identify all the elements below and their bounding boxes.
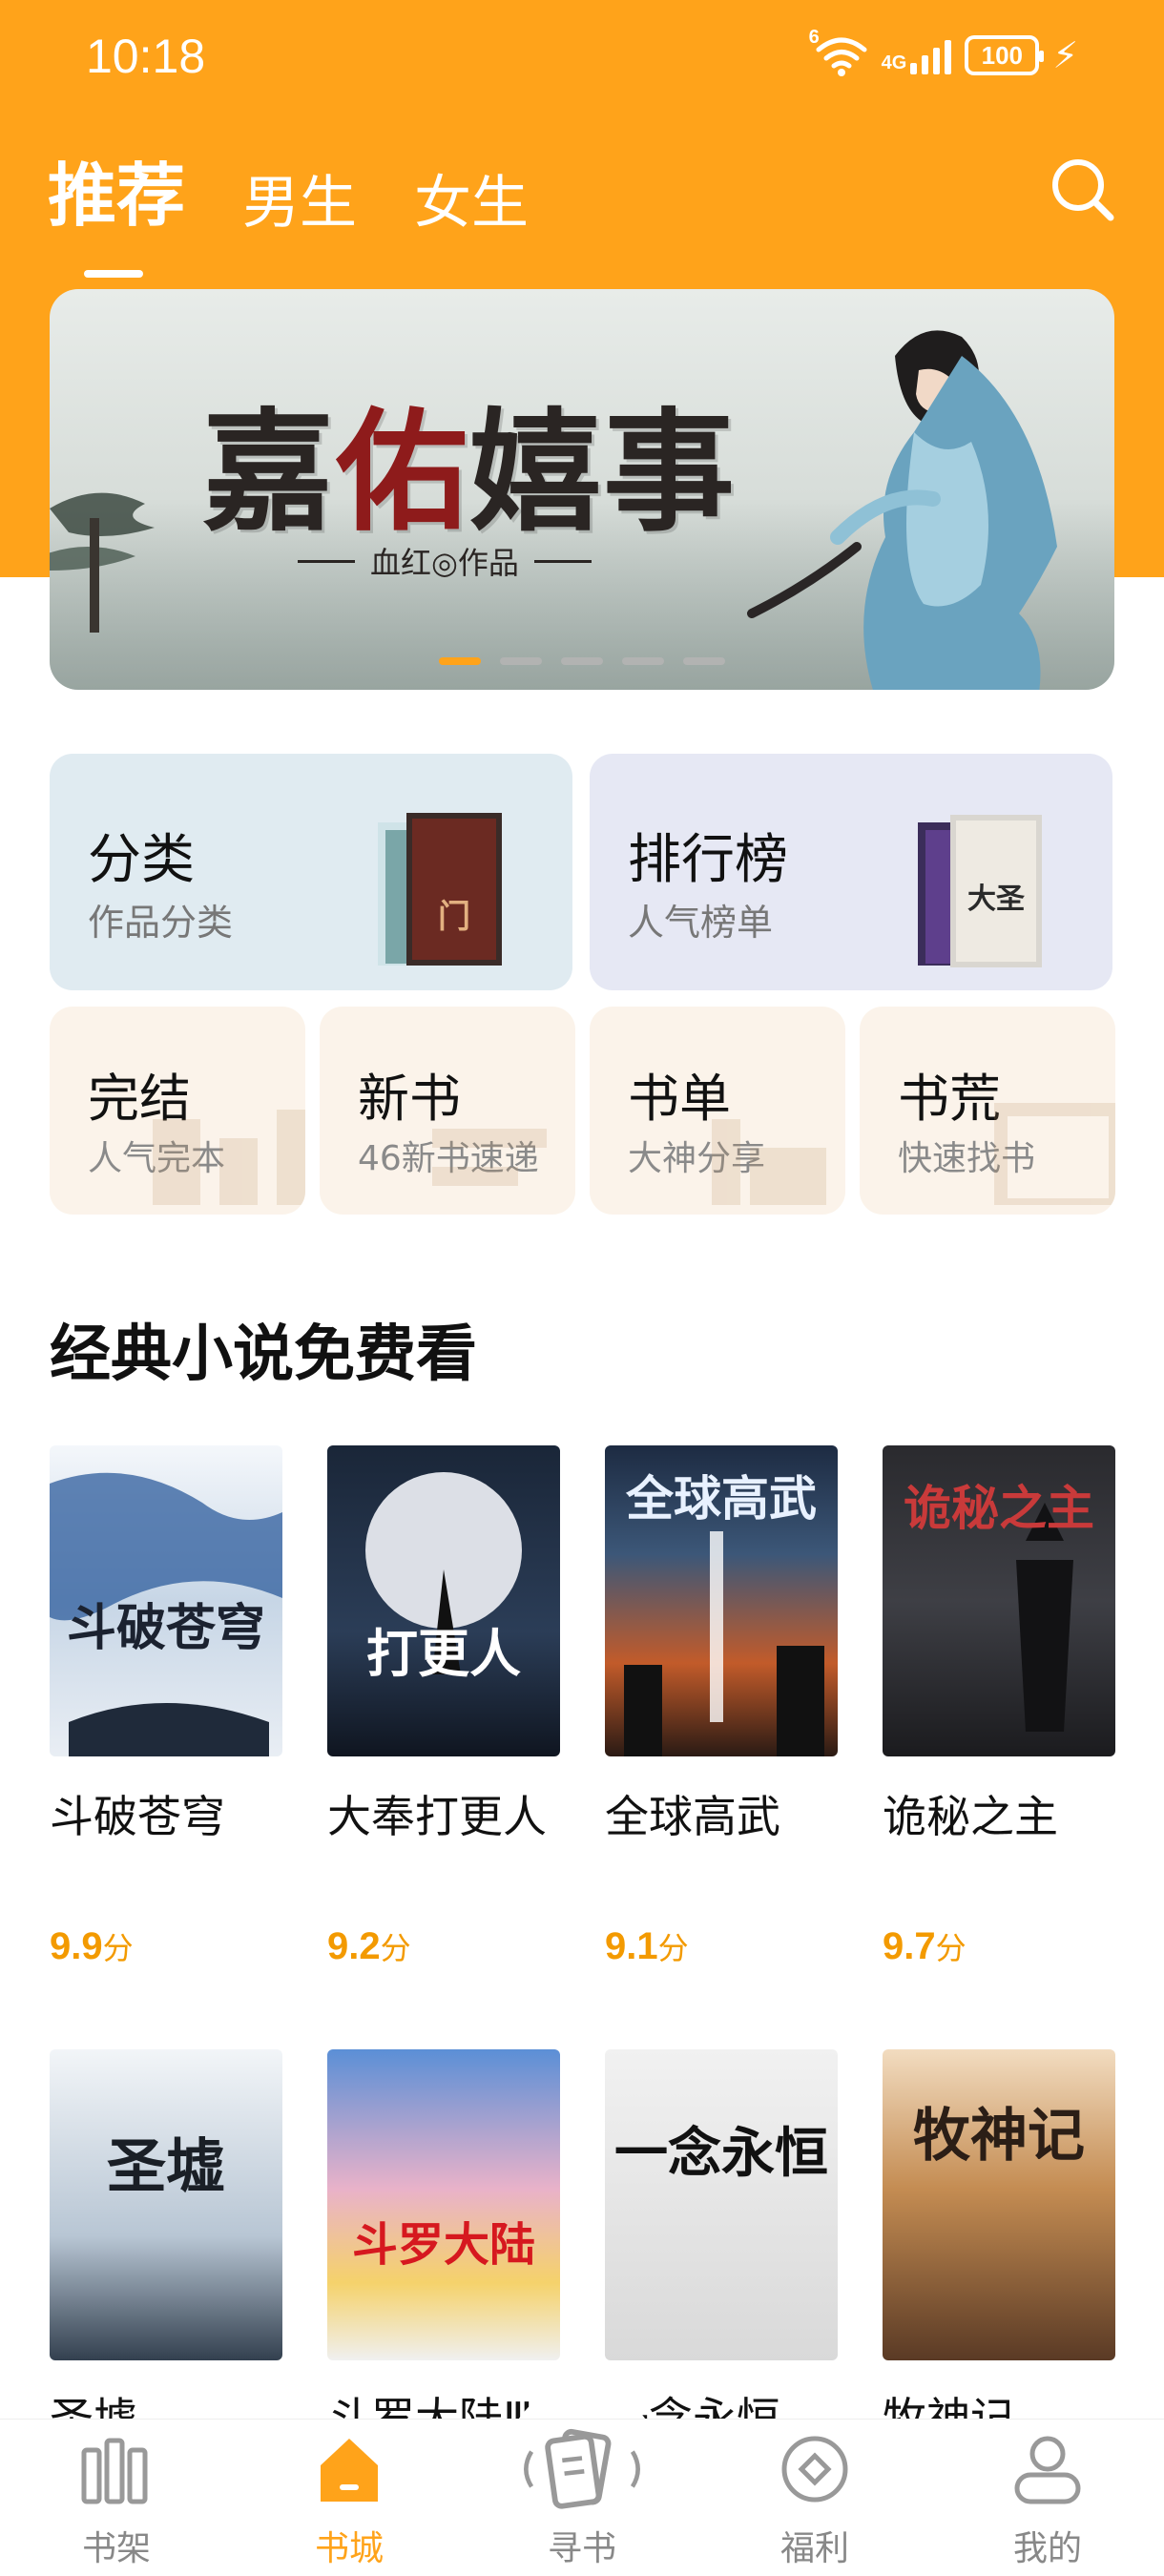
ranking-title: 排行榜 (628, 829, 788, 891)
book-cover[interactable]: 圣墟 (50, 2049, 282, 2360)
booklist-card[interactable]: 书单 大神分享 (590, 1007, 845, 1215)
bookstore-icon (321, 2439, 378, 2502)
nav-profile[interactable]: 我的 (931, 2420, 1164, 2576)
decor-shapes (712, 1119, 826, 1205)
section-title: 经典小说免费看 (50, 1319, 477, 1390)
book-card[interactable]: 全球高武 全球高武 9.1分 (605, 1445, 838, 1968)
book-stack-icon: 门 (378, 813, 502, 966)
new-books-card[interactable]: 新书 46新书速递 (320, 1007, 575, 1215)
status-icons: 6 4G 100 ⚡ (809, 27, 1078, 78)
book-finder-card[interactable]: 书荒 快速找书 (860, 1007, 1115, 1215)
book-title: 斗破苍穹 (50, 1791, 225, 1842)
nav-bookstore[interactable]: 书城 (233, 2420, 466, 2576)
status-time: 10:18 (86, 30, 206, 83)
banner-pagination (439, 657, 725, 665)
cellular-signal-icon: 4G (882, 36, 952, 74)
banner-dot[interactable] (622, 657, 664, 665)
top-tabs: 推荐 男生 女生 (48, 139, 586, 278)
book-cover[interactable]: 全球高武 (605, 1445, 838, 1756)
coin-icon (781, 2436, 848, 2503)
book-score: 9.7分 (883, 1925, 967, 1967)
svg-text:大圣: 大圣 (967, 883, 1026, 916)
banner-dot[interactable] (683, 657, 725, 665)
search-icon[interactable] (1048, 155, 1116, 223)
book-cover[interactable]: 牧神记 (883, 2049, 1115, 2360)
book-title: 诡秘之主 (883, 1791, 1058, 1842)
nav-welfare[interactable]: 福利 (698, 2420, 931, 2576)
tab-female[interactable]: 女生 (414, 156, 529, 239)
banner-dot[interactable] (439, 657, 481, 665)
category-title: 分类 (88, 829, 195, 891)
book-stack-icon: 大圣 (918, 815, 1042, 967)
book-cover[interactable]: 斗破苍穹 (50, 1445, 282, 1756)
svg-text:门: 门 (438, 898, 470, 936)
ranking-subtitle: 人气榜单 (628, 902, 774, 944)
wifi-icon: 6 (809, 27, 868, 76)
swordsman-illustration (747, 330, 1057, 690)
battery-icon: 100 (965, 35, 1045, 75)
book-cover[interactable]: 打更人 (327, 1445, 560, 1756)
nav-find-book[interactable]: 寻书 (466, 2420, 698, 2576)
book-card[interactable]: 打更人 大奉打更人 9.2分 (327, 1445, 560, 1968)
category-subtitle: 作品分类 (88, 902, 234, 944)
tab-male[interactable]: 男生 (242, 156, 357, 239)
book-title: 大奉打更人 (327, 1791, 547, 1842)
decor-shapes (432, 1129, 547, 1186)
decor-shapes (994, 1103, 1115, 1205)
bottom-nav: 书架 书城 寻书 福利 我的 (0, 2419, 1164, 2576)
tab-recommend[interactable]: 推荐 (48, 139, 185, 278)
book-title: 全球高武 (605, 1791, 780, 1842)
bookshelf-icon (81, 2438, 148, 2504)
banner-title: 嘉佑嬉事 (202, 394, 738, 550)
find-book-icon (524, 2428, 640, 2509)
promo-banner[interactable]: 嘉佑嬉事 血红◎作品 (50, 289, 1114, 690)
banner-dot[interactable] (500, 657, 542, 665)
book-card[interactable]: 斗破苍穹 斗破苍穹 9.9分 (50, 1445, 282, 1968)
decor-shapes (153, 1110, 305, 1205)
book-card[interactable]: 诡秘之主 诡秘之主 9.7分 (883, 1445, 1115, 1968)
banner-dot[interactable] (561, 657, 603, 665)
ranking-card[interactable]: 排行榜 人气榜单 大圣 (590, 754, 1112, 990)
nav-bookshelf[interactable]: 书架 (0, 2420, 233, 2576)
banner-subtitle: 血红◎作品 (298, 539, 592, 583)
book-cover[interactable]: 一念永恒 (605, 2049, 838, 2360)
category-card[interactable]: 分类 作品分类 门 (50, 754, 572, 990)
book-score: 9.9分 (50, 1925, 134, 1967)
book-score: 9.2分 (327, 1925, 411, 1967)
book-score: 9.1分 (605, 1925, 689, 1967)
completed-card[interactable]: 完结 人气完本 (50, 1007, 305, 1215)
book-cover[interactable]: 斗罗大陆 (327, 2049, 560, 2360)
charging-icon: ⚡ (1052, 34, 1078, 76)
book-cover[interactable]: 诡秘之主 (883, 1445, 1115, 1756)
profile-icon (1014, 2436, 1081, 2504)
